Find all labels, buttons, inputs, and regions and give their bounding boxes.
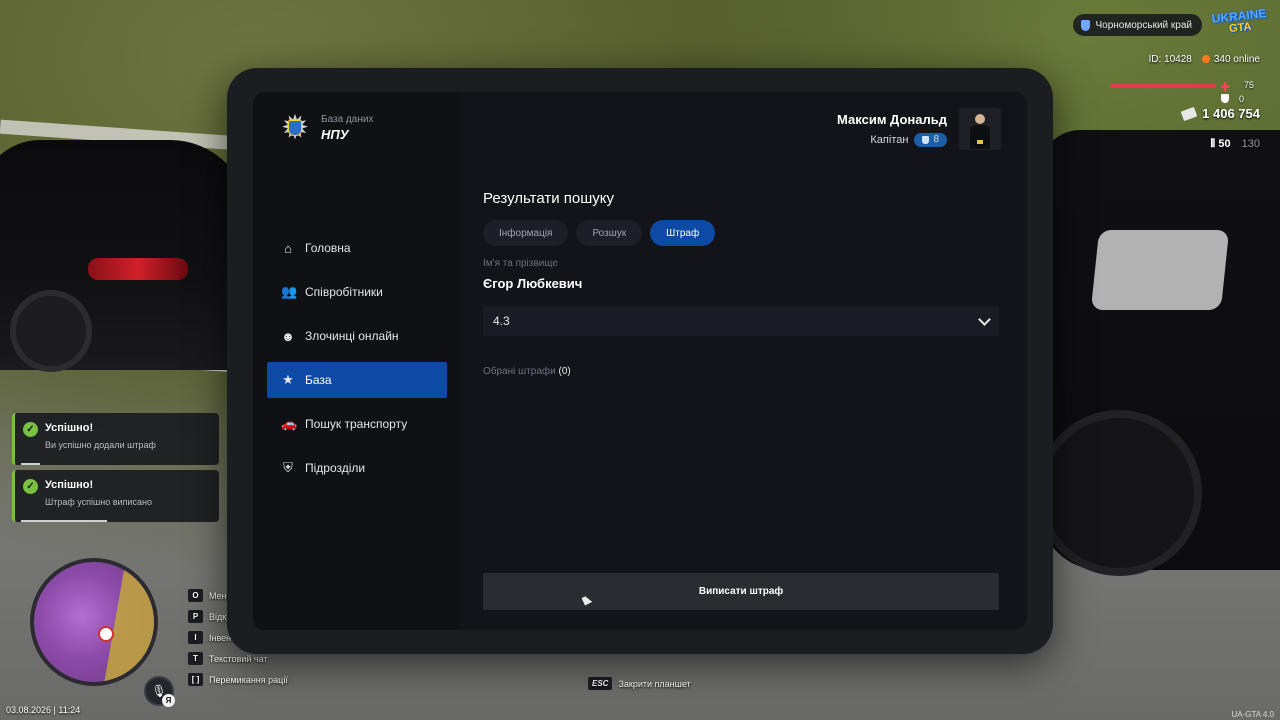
criminal-icon: ☻ (281, 328, 295, 344)
ammo-clip: 50 (1218, 138, 1231, 150)
issue-fine-button[interactable]: Виписати штраф (483, 573, 999, 610)
sidebar-item-units[interactable]: ⛨ Підрозділи (267, 450, 447, 486)
notification-message: Ви успішно додали штраф (45, 440, 156, 450)
sidebar-nav: ⌂ Головна 👥 Співробітники ☻ Злочинці онл… (267, 230, 447, 494)
hotkey-key: T (188, 652, 203, 665)
ammo-total: 130 (1241, 138, 1260, 150)
selected-fines-count: (0) (558, 366, 571, 377)
minimap-zone (102, 562, 154, 682)
fine-select[interactable]: 4.3 (483, 306, 999, 336)
region-shield-icon (1080, 19, 1090, 31)
notification-success: ✓ Успішно! Ви успішно додали штраф (12, 413, 219, 465)
shield-icon: ⛨ (283, 460, 293, 475)
online-text: 340 online (1213, 54, 1260, 65)
result-tabs: Інформація Розшук Штраф (483, 220, 716, 246)
tablet-screen: ✹ База даних НПУ ⌂ Головна 👥 Співробітни… (253, 92, 1027, 630)
hotkey-key: [ ] (188, 673, 203, 686)
notification-title: Успішно! (45, 479, 94, 491)
notification-success: ✓ Успішно! Штраф успішно виписано (12, 470, 219, 522)
armor-icon (1221, 94, 1229, 103)
police-badge-icon: ✹ (279, 111, 311, 145)
hotkey-label: Текстовий чат (209, 653, 268, 664)
notification-message: Штраф успішно виписано (45, 497, 152, 507)
tab-information[interactable]: Інформація (483, 220, 569, 246)
hotkey-key: P (188, 610, 203, 623)
chevron-down-icon (978, 312, 991, 326)
home-icon: ⌂ (284, 240, 292, 256)
ammo-icon: ⦀ (1210, 138, 1216, 150)
notification-progress (21, 520, 107, 522)
car-icon: 🚗 (281, 416, 298, 431)
sidebar: ✹ База даних НПУ ⌂ Головна 👥 Співробітни… (253, 92, 460, 630)
page-title: Результати пошуку (483, 190, 614, 207)
player-info: ID: 10428 340 online (1148, 54, 1260, 65)
person-name: Єгор Любкевич (483, 276, 583, 291)
hotkey-item: [ ] Перемикання рації (188, 672, 288, 687)
close-tablet-label: Закрити планшет (618, 678, 691, 689)
ammo-display: ⦀ 50 130 (1210, 138, 1260, 151)
hotkey-key: O (188, 589, 203, 602)
fine-select-value: 4.3 (493, 314, 510, 328)
sidebar-item-label: Співробітники (305, 285, 383, 299)
selected-fines: Обрані штрафи (0) (483, 366, 571, 377)
car-wheel (10, 290, 92, 372)
money-value: 1 406 754 (1202, 106, 1260, 121)
car-left (0, 140, 250, 372)
online-icon (1201, 55, 1210, 64)
money-display: 1 406 754 (1180, 106, 1260, 121)
selected-fines-label: Обрані штрафи (483, 366, 556, 377)
sidebar-item-label: База (305, 373, 332, 387)
car-window (1090, 230, 1230, 310)
notification-progress (21, 463, 40, 465)
tab-fine[interactable]: Штраф (650, 220, 716, 246)
close-tablet-hint: ESC Закрити планшет (588, 677, 691, 690)
esc-key: ESC (588, 677, 613, 690)
money-icon (1180, 106, 1198, 121)
game-logo: UKRAINE GTA (1211, 6, 1270, 43)
hotkey-key: I (188, 631, 203, 644)
sidebar-item-label: Пошук транспорту (305, 417, 408, 431)
police-tablet: ✹ База даних НПУ ⌂ Головна 👥 Співробітни… (227, 68, 1053, 654)
check-icon: ✓ (23, 422, 38, 437)
sidebar-item-label: Підрозділи (305, 461, 366, 475)
tab-wanted[interactable]: Розшук (576, 220, 643, 246)
star-icon: ★ (282, 372, 294, 387)
health-bar (1110, 84, 1216, 88)
sidebar-item-home[interactable]: ⌂ Головна (267, 230, 447, 266)
car-wheel (1036, 410, 1202, 576)
region-indicator: Чорноморський край (1072, 14, 1202, 36)
notification-title: Успішно! (45, 422, 94, 434)
health-icon: ✚ (1219, 80, 1230, 94)
car-taillight (88, 258, 188, 280)
brand-subtitle: База даних (321, 114, 374, 125)
sidebar-item-label: Головна (305, 241, 351, 255)
player-id: ID: 10428 (1148, 54, 1192, 65)
users-icon: 👥 (281, 284, 298, 299)
region-name: Чорноморський край (1095, 19, 1193, 31)
brand-name: НПУ (321, 127, 349, 142)
minimap (30, 558, 158, 686)
sidebar-item-label: Злочинці онлайн (305, 329, 399, 343)
datetime: 03.08.2026 | 11:24 (6, 705, 81, 715)
online-count: 340 online (1201, 54, 1260, 65)
brand: ✹ База даних НПУ (279, 111, 374, 145)
player-marker-icon (98, 626, 114, 642)
check-icon: ✓ (23, 479, 38, 494)
hotkey-label: Перемикання рації (209, 674, 288, 685)
main-content: Результати пошуку Інформація Розшук Штра… (483, 92, 1003, 630)
sidebar-item-vehicle-search[interactable]: 🚗 Пошук транспорту (267, 406, 447, 442)
name-field-label: Ім'я та прізвище (483, 258, 558, 269)
armor-value: 0 (1238, 94, 1244, 104)
language-badge: Я (162, 694, 175, 707)
sidebar-item-criminals[interactable]: ☻ Злочинці онлайн (267, 318, 447, 354)
version-label: UA-GTA 4.0 (1231, 710, 1274, 719)
sidebar-item-employees[interactable]: 👥 Співробітники (267, 274, 447, 310)
health-value: 75 (1243, 80, 1254, 90)
car-right (1036, 130, 1280, 576)
sidebar-item-database[interactable]: ★ База (267, 362, 447, 398)
